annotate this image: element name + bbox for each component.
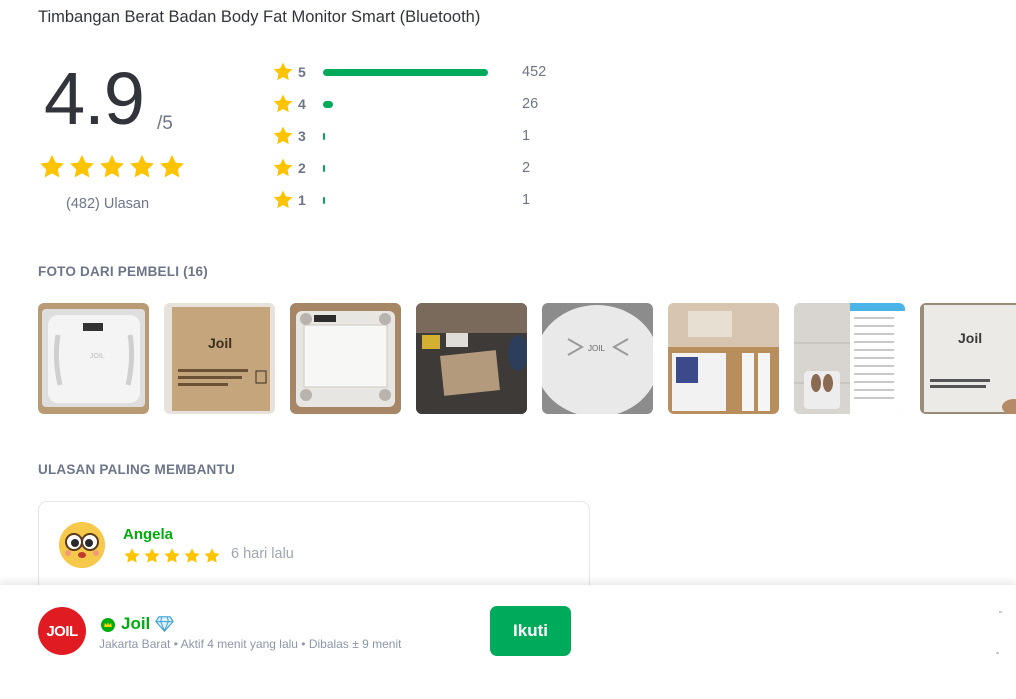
- shop-name[interactable]: Joil: [121, 614, 150, 634]
- buyer-photos-heading: FOTO DARI PEMBELI (16): [38, 264, 208, 279]
- star-icon: [160, 154, 184, 178]
- rating-denominator: /5: [157, 113, 173, 134]
- rating-bar-fill: [323, 165, 325, 172]
- rating-bar-track: [323, 133, 499, 140]
- star-icon: [130, 154, 154, 178]
- svg-text:JOIL: JOIL: [588, 344, 605, 353]
- rating-bar-fill: [323, 133, 325, 140]
- rating-count: 26: [522, 96, 539, 112]
- follow-button[interactable]: Ikuti: [490, 606, 571, 656]
- rating-count: 2: [522, 160, 531, 176]
- rating-count: 1: [522, 192, 531, 208]
- buyer-photo-7[interactable]: [794, 303, 905, 414]
- rating-level: 3: [298, 128, 306, 144]
- rating-level: 4: [298, 96, 306, 112]
- star-icon: [40, 154, 64, 178]
- rating-row-5[interactable]: 5 452: [272, 60, 592, 84]
- shop-meta: Jakarta Barat • Aktif 4 menit yang lalu …: [99, 637, 402, 651]
- star-icon: [273, 94, 293, 113]
- star-icon: [273, 190, 293, 209]
- buyer-photo-1[interactable]: JOIL: [38, 303, 149, 414]
- svg-text:Joil: Joil: [958, 330, 982, 346]
- star-icon: [204, 548, 220, 563]
- svg-text:JOIL: JOIL: [90, 353, 105, 360]
- rating-row-4[interactable]: 4 26: [272, 92, 592, 116]
- review-count: (482) Ulasan: [66, 196, 150, 212]
- rating-bar-track: [323, 101, 499, 108]
- buyer-photo-5[interactable]: JOIL: [542, 303, 653, 414]
- rating-count: 452: [522, 64, 547, 80]
- shop-bar: JOIL Joil Jakarta Barat • Aktif 4 menit …: [0, 585, 1016, 699]
- star-icon: [273, 126, 293, 145]
- scroll-indicator-bottom: [996, 652, 999, 654]
- helpful-reviews-heading: ULASAN PALING MEMBANTU: [38, 462, 235, 477]
- rating-bar-track: [323, 165, 499, 172]
- star-icon: [100, 154, 124, 178]
- buyer-photo-6[interactable]: [668, 303, 779, 414]
- official-badge-icon: [101, 618, 115, 632]
- average-stars: [38, 153, 186, 181]
- rating-bar-fill: [323, 101, 333, 108]
- rating-count: 1: [522, 128, 531, 144]
- rating-level: 1: [298, 192, 306, 208]
- average-rating: 4.9: [44, 57, 145, 140]
- rating-bar-track: [323, 69, 499, 76]
- star-icon: [124, 548, 140, 563]
- reviewer-name[interactable]: Angela: [123, 526, 173, 543]
- rating-row-3[interactable]: 31: [272, 124, 592, 148]
- buyer-photo-4[interactable]: [416, 303, 527, 414]
- rating-level: 2: [298, 160, 306, 176]
- shop-logo[interactable]: JOIL: [38, 607, 86, 655]
- star-icon: [70, 154, 94, 178]
- review-time: 6 hari lalu: [231, 546, 294, 562]
- rating-level: 5: [298, 64, 306, 80]
- scroll-indicator-top: [999, 611, 1002, 613]
- diamond-icon: [155, 616, 174, 633]
- review-stars: [123, 547, 221, 565]
- reviewer-avatar: [59, 522, 105, 568]
- star-icon: [164, 548, 180, 563]
- buyer-photo-8[interactable]: Joil: [920, 303, 1016, 414]
- star-icon: [184, 548, 200, 563]
- star-icon: [273, 158, 293, 177]
- rating-row-1[interactable]: 11: [272, 188, 592, 212]
- rating-bar-track: [323, 197, 499, 204]
- buyer-photo-3[interactable]: [290, 303, 401, 414]
- rating-bar-fill: [323, 197, 325, 204]
- svg-text:Joil: Joil: [208, 335, 232, 351]
- star-icon: [273, 62, 293, 81]
- star-icon: [144, 548, 160, 563]
- shop-logo-text: JOIL: [46, 622, 78, 640]
- rating-row-2[interactable]: 22: [272, 156, 592, 180]
- buyer-photo-2[interactable]: Joil: [164, 303, 275, 414]
- rating-bar-fill: [323, 69, 488, 76]
- product-title: Timbangan Berat Badan Body Fat Monitor S…: [38, 8, 481, 26]
